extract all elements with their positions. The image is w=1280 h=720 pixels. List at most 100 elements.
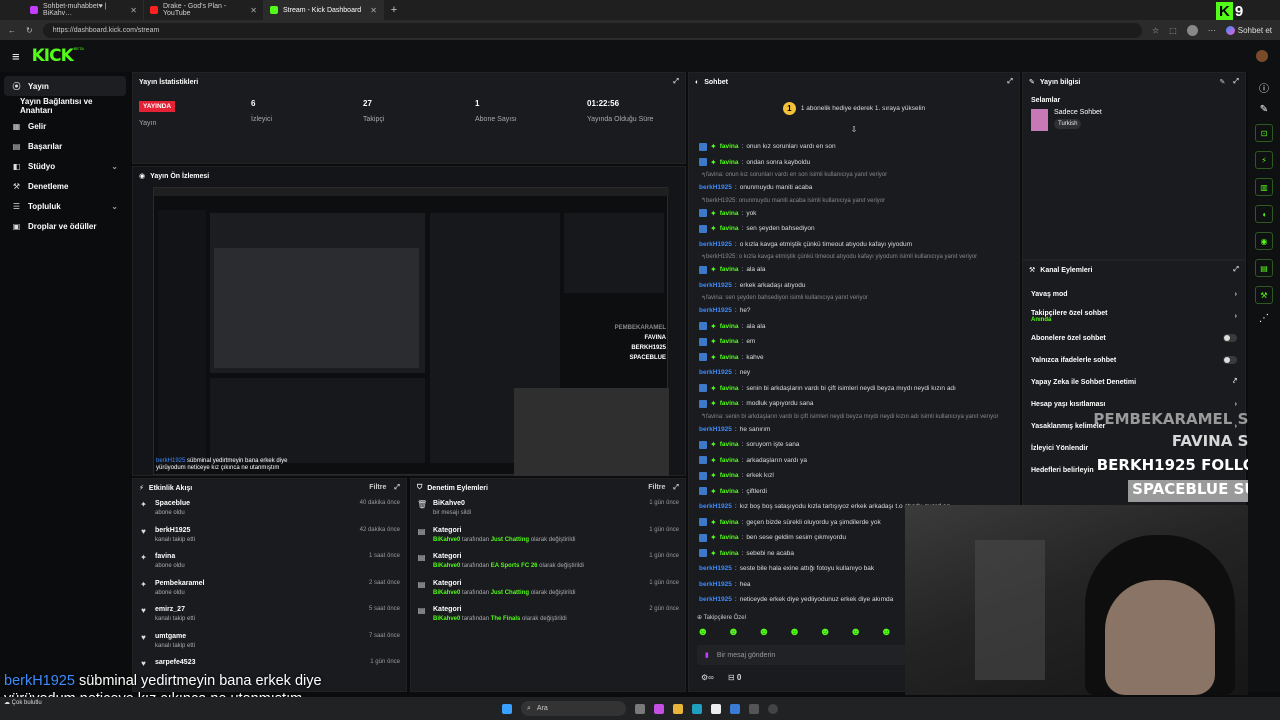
avatar[interactable] (1256, 50, 1268, 62)
chat-username[interactable]: favina (720, 488, 739, 495)
steam-icon[interactable] (749, 703, 759, 714)
edit-icon[interactable]: ✎ (1220, 78, 1226, 86)
close-icon[interactable]: ✕ (370, 6, 377, 15)
store-icon[interactable] (711, 703, 721, 714)
chat-username[interactable]: favina (720, 354, 739, 361)
chat-message[interactable]: ✦ favina: em (689, 334, 1019, 350)
sidebar-item-gelir[interactable]: ▦ Gelir (0, 116, 130, 136)
popout-icon[interactable]: ⤢ (1233, 78, 1239, 86)
edge-icon[interactable] (692, 703, 702, 714)
moderation-row[interactable]: 🗑 BiKahve0 bir mesajı sildi 1 gün önce (411, 497, 685, 524)
channel-action[interactable]: Yapay Zeka ile Sohbet Denetimi ⤤ (1023, 371, 1245, 393)
obs-icon[interactable] (768, 703, 778, 714)
popout-icon[interactable]: ⤢ (1233, 266, 1239, 274)
chat-message[interactable]: ✦ favina: erkek kızl (689, 468, 1019, 484)
chat-username[interactable]: berkH1925 (699, 369, 732, 376)
gift-icon[interactable]: ⊟ 0 (728, 673, 741, 682)
close-icon[interactable]: ✕ (250, 6, 257, 15)
raid-button[interactable]: ⚡ (1255, 151, 1273, 169)
channel-action[interactable]: Yavaş mod › (1023, 283, 1245, 305)
chat-username[interactable]: berkH1925 (699, 184, 732, 191)
copilot-button[interactable]: Sohbet et (1225, 25, 1272, 35)
chat-message[interactable]: berkH1925: he? (689, 303, 1019, 319)
chat-message[interactable]: ✦ favina: onun kız sorunları vardı en son (689, 139, 1019, 155)
channel-action[interactable]: Takipçilere özel sohbet Anında › (1023, 305, 1245, 327)
chat-username[interactable]: berkH1925 (699, 565, 732, 572)
moderation-row[interactable]: ▤ Kategori BiKahve0 tarafından Just Chat… (411, 577, 685, 604)
broadcast-button[interactable]: ◉ (1255, 232, 1273, 250)
filter-button[interactable]: Filtre (369, 484, 386, 492)
chat-message[interactable]: berkH1925: he sanırım (689, 422, 1019, 438)
moderation-row[interactable]: ▤ Kategori BiKahve0 tarafından EA Sports… (411, 550, 685, 577)
activity-row[interactable]: ✦ Pembekaramel abone oldu 2 saat önce (133, 577, 406, 604)
browser-tab-3[interactable]: Stream - Kick Dashboard ✕ (264, 0, 384, 20)
activity-row[interactable]: ♥ berkH1925 kanalı takip etti 42 dakika ö… (133, 524, 406, 551)
chat-username[interactable]: favina (720, 159, 739, 166)
file-explorer-icon[interactable] (673, 703, 683, 714)
emote-icon[interactable]: ☻ (789, 626, 801, 640)
chat-username[interactable]: berkH1925 (699, 503, 732, 510)
emote-icon[interactable]: ☻ (880, 626, 892, 640)
clip-button[interactable]: ⊡ (1255, 124, 1273, 142)
chat-message[interactable]: ✦ favina: ala ala (689, 319, 1019, 335)
extensions-icon[interactable]: ⬚ (1169, 26, 1177, 35)
chat-username[interactable]: favina (720, 323, 739, 330)
chat-username[interactable]: favina (720, 266, 739, 273)
emote-icon[interactable]: ☻ (819, 626, 831, 640)
chat-message[interactable]: ✦ favina: yok (689, 206, 1019, 222)
chat-username[interactable]: favina (720, 472, 739, 479)
emote-icon[interactable]: ☻ (758, 626, 770, 640)
chat-message[interactable]: ✦ favina: çiftlerdi (689, 484, 1019, 500)
chat-username[interactable]: favina (720, 143, 739, 150)
menu-icon[interactable]: ⋯ (1208, 26, 1216, 35)
chat-message[interactable]: ✦ favina: sen şeyden bahsediyon (689, 221, 1019, 237)
filter-button[interactable]: Filtre (648, 484, 665, 492)
taskbar-search[interactable]: ⌕ Ara (521, 701, 626, 716)
stream-preview-video[interactable]: PEMBEKARAMEL FAVINA BERKH1925 SPACEBLUE … (153, 187, 669, 476)
chat-username[interactable]: favina (720, 210, 739, 217)
channel-action[interactable]: Abonelere özel sohbet (1023, 327, 1245, 349)
chat-username[interactable]: favina (720, 534, 739, 541)
channel-action[interactable]: Yalnızca ifadelerle sohbet (1023, 349, 1245, 371)
windows-start-icon[interactable] (502, 703, 512, 714)
microphone-icon[interactable]: ▮ (705, 651, 709, 659)
pinned-gift-banner[interactable]: 1 1 abonelik hediye ederek 1. sıraya yük… (689, 91, 1019, 125)
moderation-row[interactable]: ▤ Kategori BiKahve0 tarafından Just Chat… (411, 524, 685, 551)
new-tab-button[interactable]: + (384, 0, 404, 20)
chat-message[interactable]: berkH1925: erkek arkadaşı atıyodu (689, 278, 1019, 294)
sidebar-item-studyo[interactable]: ◧ Stüdyo ⌄ (0, 156, 130, 176)
sidebar-item-basarilar[interactable]: ▤ Başarılar (0, 136, 130, 156)
chat-message[interactable]: ✦ favina: kahve (689, 350, 1019, 366)
pin-icon[interactable]: ⇩ (689, 125, 1019, 137)
chat-username[interactable]: berkH1925 (699, 241, 732, 248)
chat-username[interactable]: berkH1925 (699, 426, 732, 433)
activity-row[interactable]: ♥ umtgame kanalı takip etti 7 saat önce (133, 630, 406, 657)
activity-row[interactable]: ✦ Spaceblue abone oldu 40 dakika önce (133, 497, 406, 524)
kick-logo[interactable]: KICK BETA (32, 46, 84, 66)
chat-username[interactable]: favina (720, 338, 739, 345)
copilot-icon[interactable] (654, 703, 664, 714)
task-view-icon[interactable] (635, 703, 645, 714)
chat-username[interactable]: favina (720, 385, 739, 392)
activity-row[interactable]: ♥ emirz_27 kanalı takip etti 5 saat önce (133, 603, 406, 630)
chat-message[interactable]: berkH1925: o kızla kavga etmiştik çünkü … (689, 237, 1019, 253)
avatar[interactable] (1186, 24, 1198, 36)
browser-tab-2[interactable]: Drake - God's Plan - YouTube ✕ (144, 0, 264, 20)
sidebar-item-yayin[interactable]: ⦿ Yayın (4, 76, 126, 96)
tab-actions-icon[interactable] (0, 0, 24, 20)
chat-message[interactable]: ✦ favina: soruyorn işte sana (689, 437, 1019, 453)
browser-tab-1[interactable]: Sohbet-muhabbet♥ | BiKahv… ✕ (24, 0, 144, 20)
sidebar-item-topluluk[interactable]: ☰ Topluluk ⌄ (0, 196, 130, 216)
chat-message[interactable]: berkH1925: onunmuydu maniti acaba (689, 180, 1019, 196)
popout-icon[interactable]: ⤢ (1007, 78, 1013, 86)
back-icon[interactable]: ← (8, 26, 16, 35)
chat-message[interactable]: berkH1925: ney (689, 365, 1019, 381)
chat-username[interactable]: favina (720, 441, 739, 448)
chat-username[interactable]: berkH1925 (699, 596, 732, 603)
chat-username[interactable]: favina (720, 519, 739, 526)
chat-input[interactable]: ▮ Bir mesaj gönderin (697, 645, 907, 665)
sidebar-item-stream-key[interactable]: Yayın Bağlantısı ve Anahtarı (0, 96, 130, 116)
url-field[interactable]: https://dashboard.kick.com/stream (42, 22, 1143, 38)
emote-icon[interactable]: ☻ (850, 626, 862, 640)
weather-widget[interactable]: ☁ Çok bulutlu (4, 699, 42, 706)
